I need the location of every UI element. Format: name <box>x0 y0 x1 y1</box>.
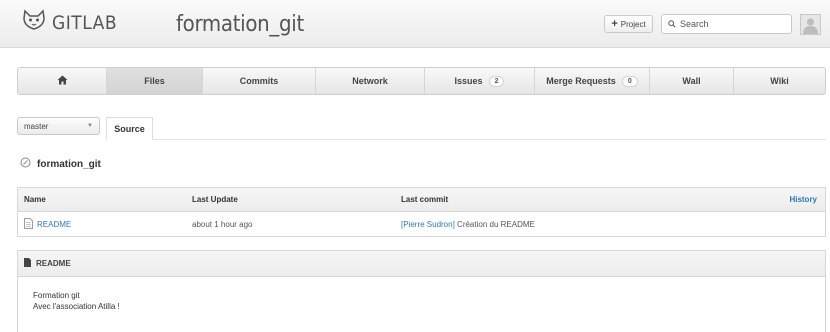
tab-files-label: Files <box>144 76 165 86</box>
tab-wiki-label: Wiki <box>770 76 789 86</box>
top-header: GITLAB formation_git + Project <box>0 0 830 48</box>
tab-merge-requests[interactable]: Merge Requests 0 <box>535 68 650 94</box>
tab-wall-label: Wall <box>682 76 701 86</box>
readme-line: Avec l'association Atilla ! <box>33 302 120 311</box>
column-header-last-update: Last Update <box>192 195 238 204</box>
new-project-button[interactable]: + Project <box>604 15 653 33</box>
tab-merge-requests-label: Merge Requests <box>546 76 616 86</box>
tab-network-label: Network <box>352 76 388 86</box>
table-row[interactable]: README about 1 hour ago [Pierre Sudron] … <box>18 212 825 237</box>
avatar[interactable] <box>800 14 821 35</box>
file-cell[interactable]: README <box>24 212 71 237</box>
tab-commits[interactable]: Commits <box>203 68 316 94</box>
tab-wall[interactable]: Wall <box>650 68 734 94</box>
gitlab-logo[interactable]: GITLAB <box>22 9 117 36</box>
column-header-last-commit: Last commit <box>401 195 449 204</box>
tab-files[interactable]: Files <box>107 68 203 94</box>
readme-content: Formation git Avec l'association Atilla … <box>18 277 825 312</box>
breadcrumb: formation_git <box>20 157 101 171</box>
tab-divider <box>106 139 826 140</box>
tab-source-label: Source <box>114 123 145 134</box>
tab-commits-label: Commits <box>239 76 279 86</box>
project-nav: Files Commits Network Issues 2 Merge Req… <box>17 67 826 95</box>
tab-wiki[interactable]: Wiki <box>734 68 825 94</box>
file-icon <box>24 218 33 231</box>
tab-home[interactable] <box>18 68 107 94</box>
history-link[interactable]: History <box>789 188 817 211</box>
tab-source[interactable]: Source <box>106 117 153 140</box>
branch-select-value: master <box>24 121 49 131</box>
merge-requests-count-badge: 0 <box>621 75 638 87</box>
readme-title: README <box>36 259 71 268</box>
project-title[interactable]: formation_git <box>176 12 304 37</box>
logo-text: GITLAB <box>52 11 118 34</box>
column-header-name: Name <box>24 195 46 204</box>
tab-issues[interactable]: Issues 2 <box>425 68 535 94</box>
history-clock-icon <box>20 157 31 171</box>
commit-author-link[interactable]: [Pierre Sudron] <box>401 220 455 229</box>
tab-issues-label: Issues <box>454 76 483 86</box>
chevron-down-icon: ▼ <box>87 123 93 129</box>
branch-select[interactable]: master ▼ <box>17 117 100 135</box>
table-header: Name Last Update Last commit History <box>18 188 825 212</box>
home-icon <box>57 75 68 87</box>
document-icon <box>24 258 31 269</box>
file-tree-table: Name Last Update Last commit History REA… <box>17 187 826 237</box>
readme-panel: README Formation git Avec l'association … <box>17 250 826 332</box>
plus-icon: + <box>611 17 618 30</box>
readme-header: README <box>18 251 825 277</box>
search-icon <box>668 15 676 33</box>
readme-line: Formation git <box>33 291 80 300</box>
search-input[interactable] <box>680 19 780 29</box>
issues-count-badge: 2 <box>488 75 505 87</box>
file-name-link[interactable]: README <box>37 220 71 229</box>
new-project-label: Project <box>620 19 646 29</box>
commit-message: Création du README <box>454 220 535 229</box>
search-box[interactable] <box>661 14 792 34</box>
last-commit-cell: [Pierre Sudron] Création du README <box>401 212 535 237</box>
fox-icon <box>22 9 46 36</box>
tab-network[interactable]: Network <box>316 68 425 94</box>
last-update-cell: about 1 hour ago <box>192 220 253 229</box>
breadcrumb-root[interactable]: formation_git <box>37 159 101 170</box>
user-silhouette-icon <box>801 15 820 34</box>
